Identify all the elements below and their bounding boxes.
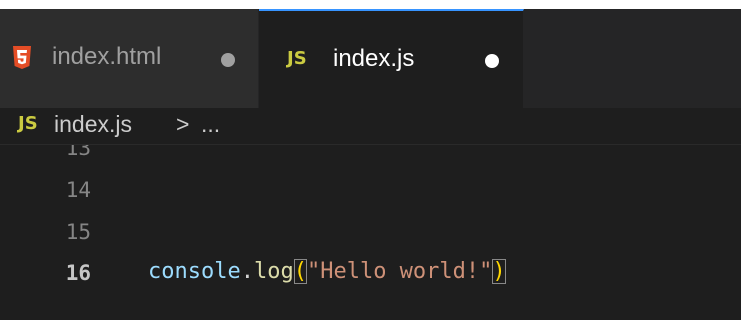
code-method: log	[253, 259, 294, 284]
line-number: 15	[65, 220, 91, 244]
chevron-right-icon: >	[176, 111, 190, 137]
html5-icon	[13, 46, 31, 69]
line-number: 14	[65, 178, 91, 202]
tab-label: index.html	[52, 43, 162, 70]
line-number: 13	[65, 145, 91, 160]
editor-window: index.html JS index.js JS index.js > ...…	[0, 0, 741, 320]
tab-index-html[interactable]: index.html	[0, 9, 259, 108]
breadcrumb: JS index.js > ...	[0, 108, 741, 145]
breadcrumb-file[interactable]: index.js	[54, 111, 132, 138]
code-dot: .	[240, 259, 254, 284]
js-icon: JS	[287, 48, 307, 69]
tab-label: index.js	[333, 45, 415, 72]
code-editor[interactable]: 13 14 15 16 console.log("Hello world!")	[0, 145, 741, 320]
tab-bar: index.html JS index.js	[0, 9, 741, 108]
code-object: console	[148, 259, 241, 284]
unsaved-dot-icon[interactable]	[221, 53, 235, 67]
code-line[interactable]: console.log("Hello world!")	[148, 259, 506, 285]
tab-index-js[interactable]: JS index.js	[259, 9, 524, 108]
breadcrumb-symbols[interactable]: ...	[201, 111, 220, 138]
code-string: "Hello world!"	[306, 259, 493, 284]
top-border	[0, 0, 741, 9]
code-close-paren: )	[492, 259, 506, 284]
js-icon: JS	[18, 113, 38, 134]
line-number-active: 16	[65, 261, 91, 285]
unsaved-dot-icon[interactable]	[485, 54, 499, 68]
code-open-paren: (	[293, 259, 307, 284]
